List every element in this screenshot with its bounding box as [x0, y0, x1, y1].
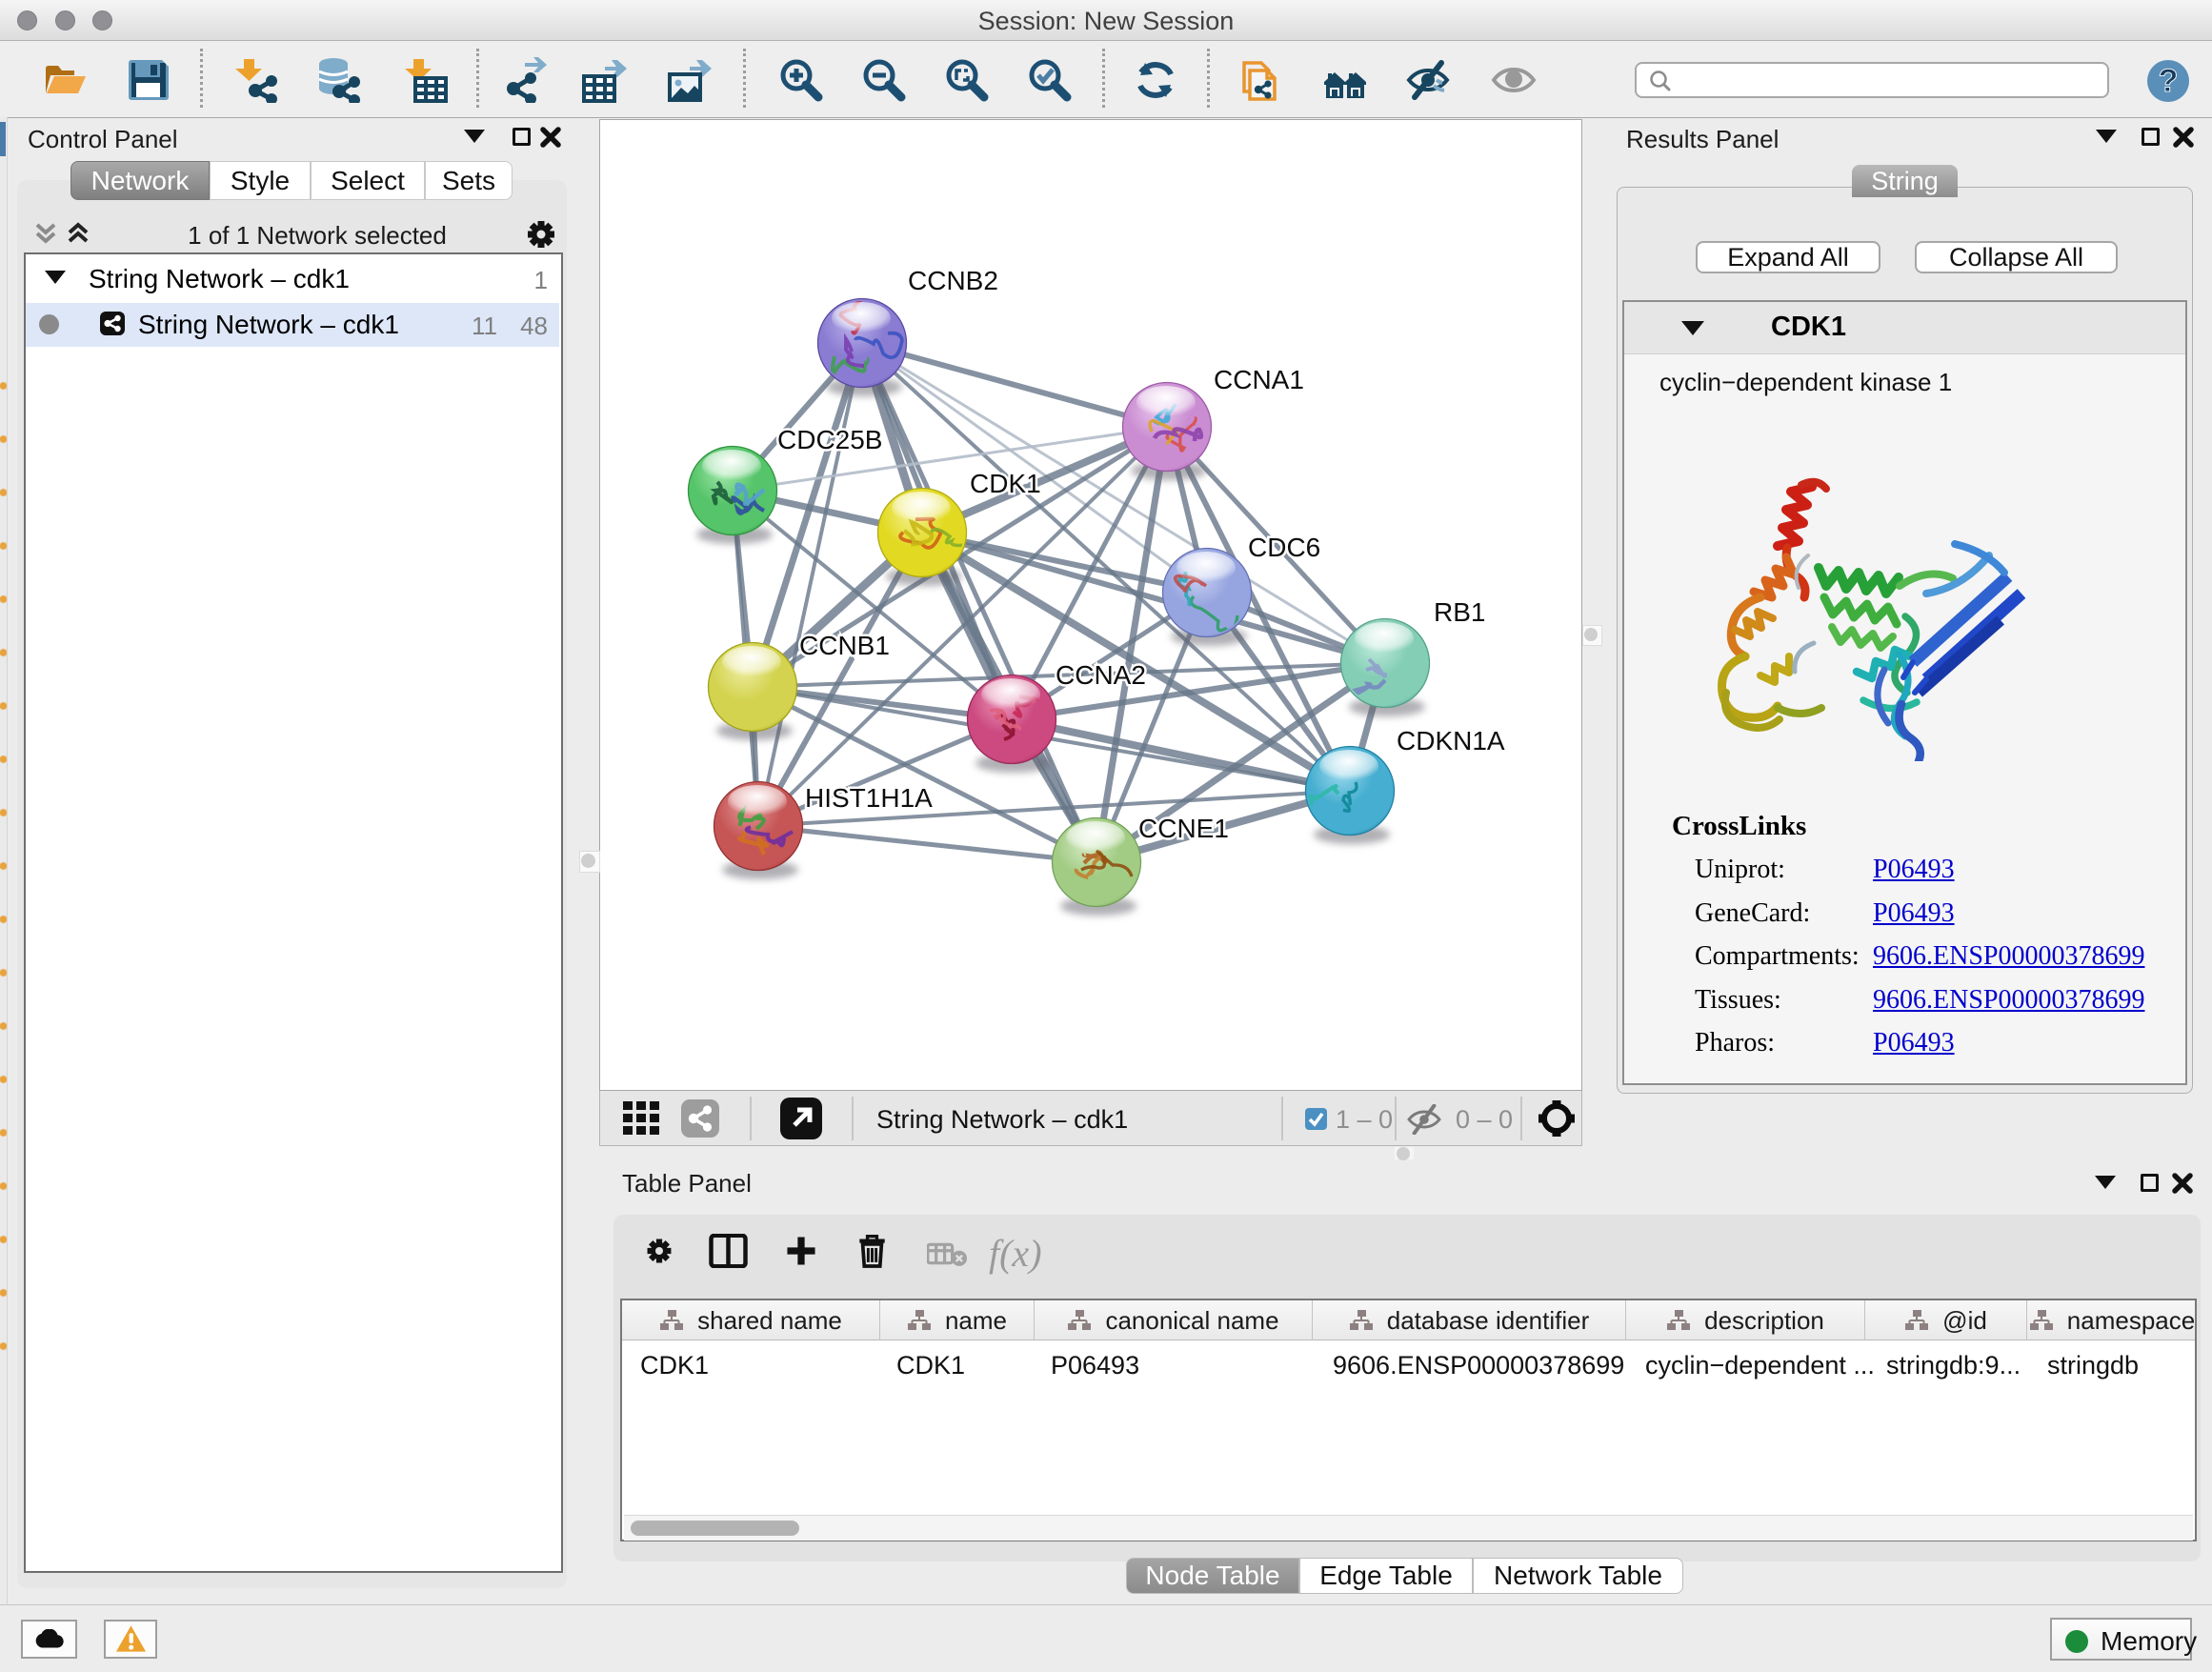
svg-text:RB1: RB1 [1434, 597, 1485, 627]
svg-text:HIST1H1A: HIST1H1A [805, 783, 933, 813]
svg-text:CDKN1A: CDKN1A [1397, 726, 1505, 755]
svg-text:CDK1: CDK1 [970, 469, 1041, 498]
svg-text:CCNA1: CCNA1 [1214, 365, 1304, 394]
svg-text:CCNA2: CCNA2 [1056, 660, 1146, 690]
svg-text:CDC25B: CDC25B [777, 425, 882, 454]
svg-text:CCNB2: CCNB2 [908, 266, 998, 295]
svg-text:?: ? [2159, 63, 2179, 99]
svg-text:CCNE1: CCNE1 [1138, 814, 1229, 843]
svg-text:CCNB1: CCNB1 [799, 631, 890, 660]
svg-text:CDC6: CDC6 [1248, 533, 1320, 562]
